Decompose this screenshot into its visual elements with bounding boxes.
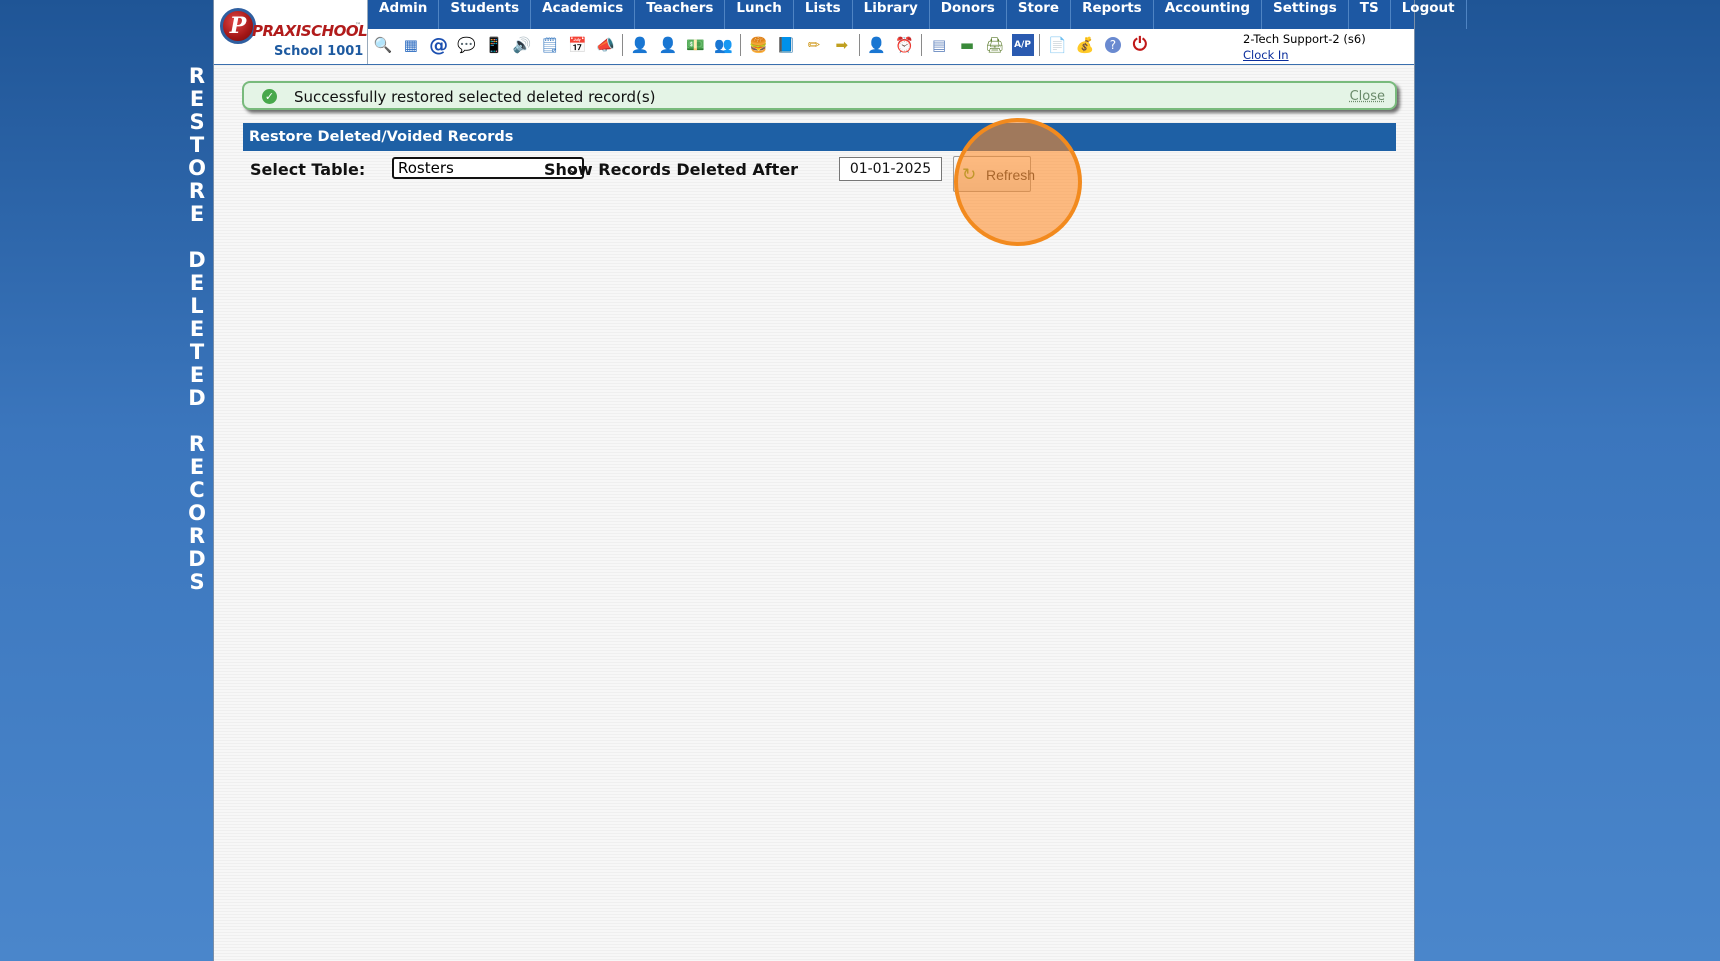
ap-icon[interactable]: A/P bbox=[1011, 34, 1034, 56]
side-title-letter: E bbox=[189, 271, 205, 295]
menu-item-academics[interactable]: Academics bbox=[531, 0, 636, 29]
help-icon[interactable]: ? bbox=[1104, 37, 1121, 53]
megaphone-icon[interactable]: 📣 bbox=[594, 34, 616, 56]
book-icon[interactable]: 📘 bbox=[775, 34, 797, 56]
section-header: Restore Deleted/Voided Records bbox=[243, 123, 1396, 151]
app-container: P PRAXISCHOOL ™ School 1001 Admin Student… bbox=[213, 0, 1467, 961]
barcode-icon[interactable]: ▬ bbox=[956, 34, 978, 56]
family-icon[interactable]: 👥 bbox=[713, 34, 735, 56]
school-name: School 1001 bbox=[274, 44, 364, 59]
side-title-letter: S bbox=[189, 110, 205, 134]
side-title-letter: E bbox=[189, 317, 205, 341]
menu-item-ts[interactable]: TS bbox=[1349, 0, 1391, 29]
refresh-button[interactable]: ↻ Refresh bbox=[953, 156, 1035, 192]
grid-icon[interactable]: ▦ bbox=[400, 34, 422, 56]
notice-message: Successfully restored selected deleted r… bbox=[294, 88, 656, 106]
side-title-letter: D bbox=[188, 547, 206, 571]
menu-item-logout[interactable]: Logout bbox=[1391, 0, 1467, 29]
logo[interactable]: P PRAXISCHOOL ™ School 1001 bbox=[214, 0, 368, 64]
toolbar-separator bbox=[858, 34, 860, 56]
money-icon[interactable]: 💵 bbox=[685, 34, 707, 56]
menu-item-store[interactable]: Store bbox=[1007, 0, 1072, 29]
main-menu: Admin Students Academics Teachers Lunch Lists… bbox=[368, 0, 1467, 29]
menu-item-teachers[interactable]: Teachers bbox=[635, 0, 726, 29]
speaker-icon[interactable]: 🔊 bbox=[511, 34, 533, 56]
toolbar-separator bbox=[622, 34, 624, 56]
deleted-after-date-input[interactable]: 01-01-2025 bbox=[839, 157, 942, 181]
select-table-label: Select Table: bbox=[250, 160, 366, 179]
side-title-letter: D bbox=[188, 248, 206, 272]
document-icon[interactable]: 🗒 bbox=[539, 34, 561, 56]
toolbar-separator bbox=[740, 34, 742, 56]
side-title-letter: T bbox=[189, 133, 205, 157]
logo-emblem-icon: P bbox=[220, 8, 256, 44]
side-title-letter: E bbox=[189, 87, 205, 111]
side-title-letter: E bbox=[189, 455, 205, 479]
cash-icon[interactable]: 💰 bbox=[1074, 34, 1096, 56]
side-title-letter: C bbox=[189, 478, 205, 502]
menu-item-settings[interactable]: Settings bbox=[1262, 0, 1349, 29]
toolbar-separator bbox=[921, 34, 923, 56]
refresh-icon: ↻ bbox=[962, 165, 977, 184]
menu-item-reports[interactable]: Reports bbox=[1071, 0, 1154, 29]
table-select-value: Rosters bbox=[398, 159, 454, 177]
vertical-page-title: RESTORE DELETED RECORDS bbox=[179, 64, 215, 594]
export-icon[interactable]: ➡ bbox=[831, 34, 853, 56]
quick-toolbar: 🔍 ▦ @ 💬 📱 🔊 🗒 📅 📣 👤 👤 💵 👥 🍔 📘 ✏ ➡ 👤 ⏰ ▤ ▬ 🖨 A/P 📄 💰? ⏻ bbox=[372, 33, 1157, 57]
menu-item-lists[interactable]: Lists bbox=[794, 0, 853, 29]
list-icon[interactable]: ▤ bbox=[928, 34, 950, 56]
search-icon[interactable]: 🔍 bbox=[372, 34, 394, 56]
side-title-letter: R bbox=[188, 179, 206, 203]
side-title-letter: R bbox=[188, 432, 206, 456]
student-icon[interactable]: 👤 bbox=[657, 34, 679, 56]
side-title-letter: E bbox=[189, 363, 205, 387]
side-title-letter: O bbox=[188, 156, 206, 180]
email-icon[interactable]: @ bbox=[428, 34, 450, 56]
side-title-letter: E bbox=[189, 202, 205, 226]
header: P PRAXISCHOOL ™ School 1001 Admin Student… bbox=[214, 0, 1467, 65]
power-icon[interactable]: ⏻ bbox=[1129, 34, 1151, 56]
side-title-letter: L bbox=[190, 294, 204, 318]
side-title-letter: O bbox=[188, 501, 206, 525]
pdf-icon[interactable]: 📄 bbox=[1046, 34, 1068, 56]
clock-icon[interactable]: ⏰ bbox=[893, 34, 915, 56]
menu-item-students[interactable]: Students bbox=[439, 0, 532, 29]
menu-item-admin[interactable]: Admin bbox=[368, 0, 440, 29]
logo-trademark: ™ bbox=[355, 22, 361, 29]
close-notice-link[interactable]: Close bbox=[1350, 89, 1385, 104]
menu-item-lunch[interactable]: Lunch bbox=[725, 0, 794, 29]
side-title-letter: R bbox=[188, 64, 206, 88]
filter-row: Select Table: Rosters ⌄ Show Records Del… bbox=[214, 155, 1414, 192]
toolbar-separator bbox=[1039, 34, 1041, 56]
clock-in-link[interactable]: Clock In bbox=[1243, 47, 1366, 63]
chat-icon[interactable]: 💬 bbox=[455, 34, 477, 56]
refresh-button-label: Refresh bbox=[986, 167, 1036, 183]
lunch-icon[interactable]: 🍔 bbox=[747, 34, 769, 56]
teacher-icon[interactable]: 👤 bbox=[866, 34, 888, 56]
add-student-icon[interactable]: 👤 bbox=[629, 34, 651, 56]
user-name: 2-Tech Support-2 (s6) bbox=[1243, 32, 1366, 46]
side-title-letter: D bbox=[188, 386, 206, 410]
menu-item-library[interactable]: Library bbox=[853, 0, 930, 29]
check-circle-icon: ✓ bbox=[262, 89, 277, 104]
logo-brand-text: PRAXISCHOOL bbox=[252, 22, 368, 40]
side-title-letter: R bbox=[188, 524, 206, 548]
user-info: 2-Tech Support-2 (s6) Clock In bbox=[1243, 31, 1366, 63]
mobile-icon[interactable]: 📱 bbox=[483, 34, 505, 56]
pencil-icon[interactable]: ✏ bbox=[803, 34, 825, 56]
side-title-letter: T bbox=[189, 340, 205, 364]
deleted-after-label: Show Records Deleted After bbox=[544, 160, 799, 179]
calendar-icon[interactable]: 📅 bbox=[567, 34, 589, 56]
menu-item-accounting[interactable]: Accounting bbox=[1154, 0, 1263, 29]
printer-icon[interactable]: 🖨 bbox=[984, 34, 1006, 56]
success-notice: ✓ Successfully restored selected deleted… bbox=[242, 81, 1397, 110]
menu-item-donors[interactable]: Donors bbox=[930, 0, 1007, 29]
side-title-letter: S bbox=[189, 570, 205, 594]
